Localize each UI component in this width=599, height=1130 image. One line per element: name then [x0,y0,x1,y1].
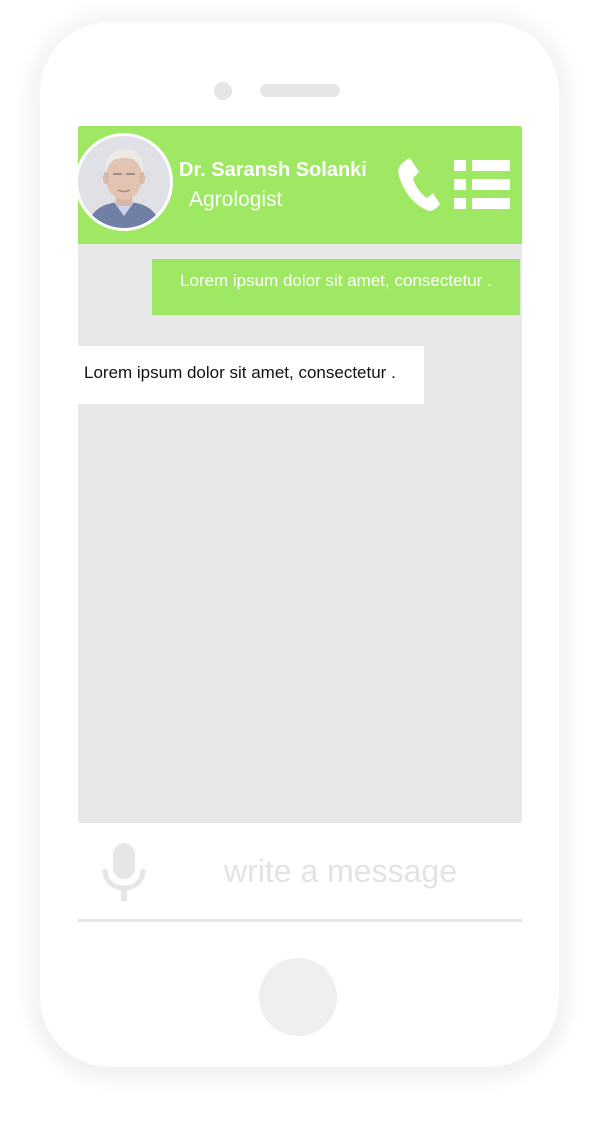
home-button[interactable] [259,958,337,1036]
doctor-avatar[interactable] [78,136,170,228]
message-bubble-outgoing[interactable]: Lorem ipsum dolor sit amet, consectetur … [152,259,520,315]
message-bubble-incoming[interactable]: Lorem ipsum dolor sit amet, consectetur … [78,346,424,404]
front-camera [214,82,232,100]
mic-button[interactable] [102,843,146,901]
doctor-role: Agrologist [189,188,283,211]
portrait-image [78,136,170,228]
message-composer [78,823,522,922]
call-button[interactable] [396,156,442,212]
earpiece-speaker [260,84,340,97]
chat-screen: Dr. Saransh Solanki Agrologist Lorem ips… [78,126,522,922]
phone-icon [398,158,440,211]
app-frame: Dr. Saransh Solanki Agrologist Lorem ips… [0,0,599,1130]
message-input[interactable] [218,847,514,895]
chat-header: Dr. Saransh Solanki Agrologist [78,126,522,244]
list-menu-icon [454,160,510,209]
doctor-name: Dr. Saransh Solanki [179,159,367,181]
microphone-icon [102,843,146,901]
menu-button[interactable] [454,160,510,210]
